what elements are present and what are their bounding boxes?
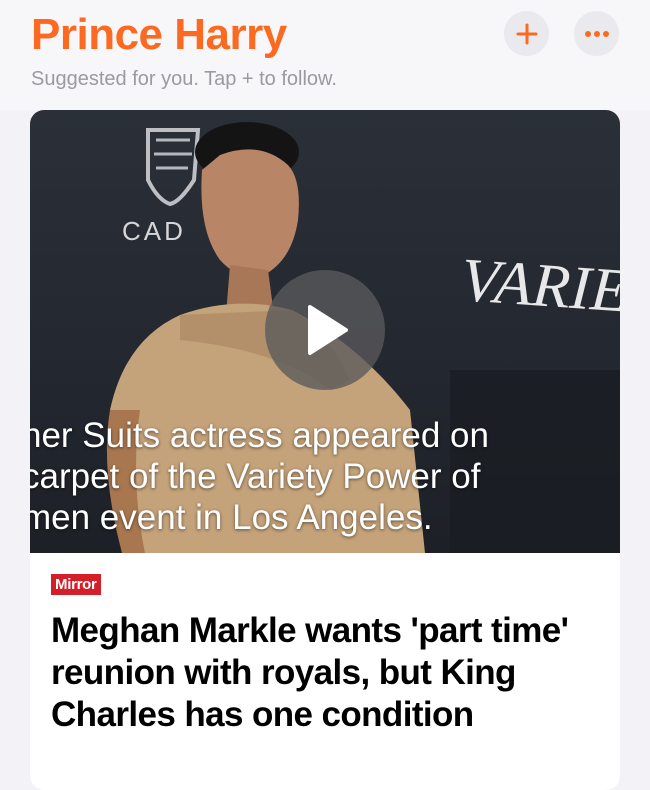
caption-line: carpet of the Variety Power of [30, 457, 481, 496]
video-thumbnail[interactable]: CAD VARIET her Suits actress appeared on… [30, 110, 620, 553]
article-headline[interactable]: Meghan Markle wants 'part time' reunion … [51, 610, 611, 736]
more-options-button[interactable] [574, 11, 619, 56]
channel-title[interactable]: Prince Harry [31, 10, 287, 60]
play-icon [308, 305, 348, 355]
backdrop-text-left: CAD [122, 216, 186, 246]
caption-line: her Suits actress appeared on [30, 416, 489, 455]
plus-icon [516, 23, 537, 44]
channel-subtitle: Suggested for you. Tap + to follow. [31, 68, 337, 90]
follow-button[interactable] [504, 11, 549, 56]
caption-line: men event in Los Angeles. [30, 498, 433, 537]
source-badge[interactable]: Mirror [51, 574, 101, 595]
article-card[interactable]: CAD VARIET her Suits actress appeared on… [30, 110, 620, 790]
video-caption: her Suits actress appeared on carpet of … [30, 415, 620, 538]
play-button[interactable] [265, 270, 385, 390]
ellipsis-icon [584, 30, 609, 37]
backdrop-text-right: VARIET [459, 246, 620, 328]
cadillac-logo [146, 128, 201, 207]
channel-header: Prince Harry Suggested for you. Tap + to… [0, 0, 650, 110]
